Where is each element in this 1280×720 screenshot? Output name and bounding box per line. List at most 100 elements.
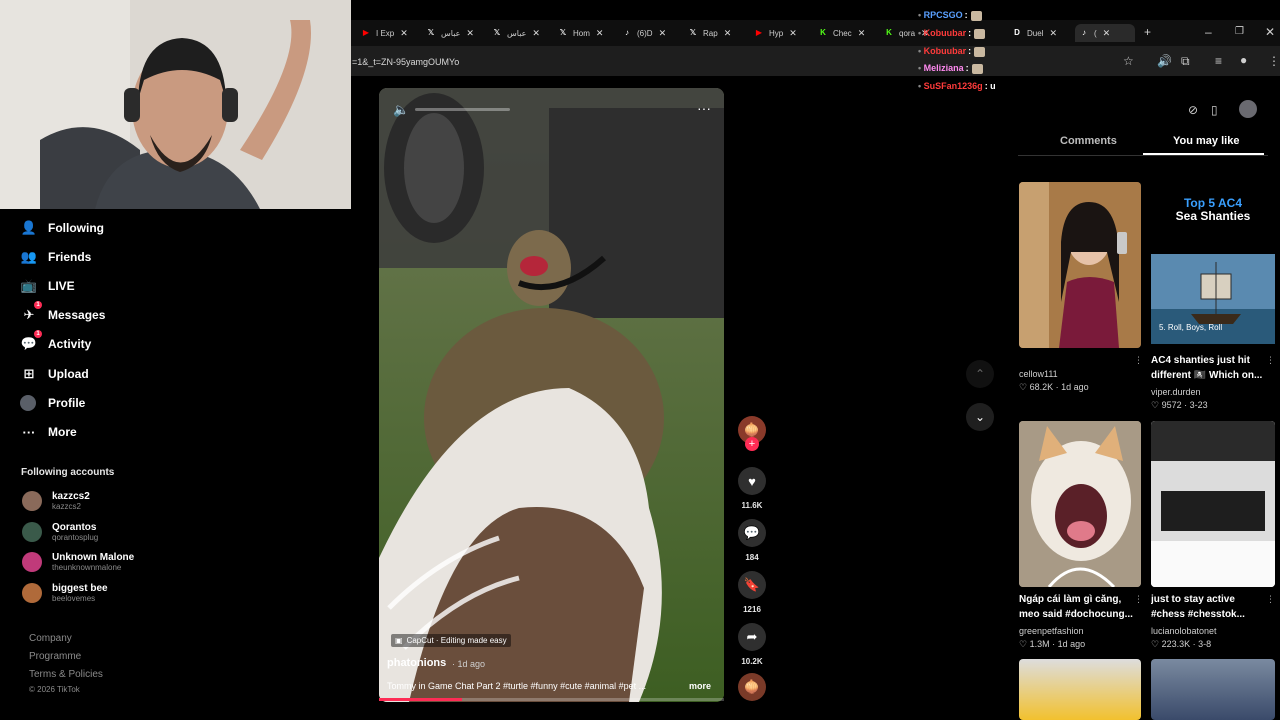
tab-close-icon[interactable]: ✕ bbox=[466, 28, 474, 39]
bookmark-icon: 🔖 bbox=[738, 571, 766, 599]
browser-tab[interactable]: 𝕏 Hom ✕ bbox=[558, 24, 614, 42]
kebab-menu-icon[interactable]: ⋮ bbox=[1134, 355, 1143, 366]
previous-video-button[interactable]: ⌃ bbox=[966, 360, 994, 388]
chat-text: : bbox=[968, 28, 972, 38]
sidebar-item-more[interactable]: ··· More bbox=[20, 421, 77, 443]
sidebar-item-label: Activity bbox=[48, 337, 92, 351]
footer-link[interactable]: Company bbox=[29, 633, 72, 644]
tab-close-icon[interactable]: ✕ bbox=[596, 28, 604, 39]
comment-button[interactable]: 💬 184 bbox=[738, 519, 766, 562]
bookmark-star-icon[interactable]: ☆ bbox=[1123, 54, 1134, 68]
browser-tab[interactable]: ♪ (✕ bbox=[1075, 24, 1135, 42]
following-account[interactable]: kazzcs2 kazzcs2 bbox=[22, 488, 90, 514]
sidebar-item-label: Profile bbox=[48, 396, 86, 410]
extension-audio-icon[interactable]: 🔊 bbox=[1157, 54, 1172, 68]
suggested-user-1[interactable]: cellow111 bbox=[1019, 369, 1058, 379]
suggested-title-3[interactable]: Ngáp cái làm gì căng, meo said #dochocun… bbox=[1019, 592, 1139, 622]
share-button[interactable]: ➦ 10.2K bbox=[738, 623, 766, 666]
footer-link[interactable]: Terms & Policies bbox=[29, 669, 103, 680]
minimize-icon[interactable]: – bbox=[1205, 25, 1212, 39]
browser-tab[interactable]: 𝕏 عباس ✕ bbox=[426, 24, 482, 42]
browser-tab[interactable]: ▶ Hyp ✕ bbox=[754, 24, 810, 42]
footer-link[interactable]: Programme bbox=[29, 651, 81, 662]
browser-tab[interactable]: ♪ (6)D ✕ bbox=[622, 24, 678, 42]
more-options-icon[interactable]: ··· bbox=[697, 100, 711, 116]
account-handle: beelovemes bbox=[52, 594, 96, 603]
x-logo-icon: 𝕏 bbox=[559, 28, 567, 37]
chat-text: : bbox=[965, 63, 969, 73]
sidebar-item-following[interactable]: 👤 Following bbox=[20, 217, 104, 239]
browser-menu-icon[interactable]: ⋮ bbox=[1268, 54, 1280, 68]
close-window-icon[interactable]: ✕ bbox=[1265, 25, 1275, 39]
next-video-button[interactable]: ⌄ bbox=[966, 403, 994, 431]
restore-icon[interactable]: ❐ bbox=[1235, 26, 1244, 37]
browser-tab[interactable]: 𝕏 Rap ✕ bbox=[688, 24, 744, 42]
mute-icon[interactable]: 🔈 bbox=[393, 102, 409, 118]
browser-tab[interactable]: K Chec ✕ bbox=[818, 24, 874, 42]
follow-plus-icon[interactable]: + bbox=[745, 437, 759, 451]
upload-icon: ⊞ bbox=[23, 366, 35, 381]
tab-close-icon[interactable]: ✕ bbox=[724, 28, 732, 39]
new-tab-icon[interactable]: + bbox=[1144, 25, 1151, 39]
suggested-user-3[interactable]: greenpetfashion bbox=[1019, 626, 1084, 636]
video-progress-bar[interactable] bbox=[379, 698, 724, 701]
tab-close-icon[interactable]: ✕ bbox=[532, 28, 540, 39]
tab-close-icon[interactable]: ✕ bbox=[1049, 28, 1057, 39]
media-controls-icon[interactable]: ≡ bbox=[1215, 54, 1222, 68]
kebab-menu-icon[interactable]: ⋮ bbox=[1266, 355, 1275, 366]
volume-slider[interactable] bbox=[415, 108, 510, 111]
compass-icon[interactable]: ⊘ bbox=[1188, 103, 1198, 117]
url-text[interactable]: =1&_t=ZN-95yamgOUMYo bbox=[352, 57, 459, 67]
suggested-thumbnail-6[interactable] bbox=[1151, 659, 1275, 720]
tab-close-icon[interactable]: ✕ bbox=[789, 28, 797, 39]
tab-close-icon[interactable]: ✕ bbox=[1103, 28, 1111, 39]
browser-tab[interactable]: ▶ I Exp ✕ bbox=[361, 24, 417, 42]
caption-more-link[interactable]: more bbox=[689, 681, 711, 691]
sound-disc-button[interactable]: 🧅 bbox=[738, 673, 766, 701]
kebab-menu-icon[interactable]: ⋮ bbox=[1134, 594, 1143, 605]
suggested-thumbnail-2[interactable]: Top 5 AC4 Sea Shanties 5. Roll, Boys, Ro… bbox=[1151, 182, 1275, 348]
sidebar-item-label: Friends bbox=[48, 250, 92, 264]
suggested-thumbnail-4[interactable] bbox=[1151, 421, 1275, 587]
capcut-badge[interactable]: ▣ CapCut · Editing made easy bbox=[391, 634, 511, 647]
tab-comments[interactable]: Comments bbox=[1060, 135, 1117, 147]
sidebar-item-live[interactable]: 📺 LIVE bbox=[20, 275, 75, 297]
suggested-thumbnail-5[interactable] bbox=[1019, 659, 1141, 720]
address-bar[interactable] bbox=[351, 46, 1280, 76]
profile-avatar bbox=[20, 395, 36, 411]
suggested-thumbnail-1[interactable] bbox=[1019, 182, 1141, 348]
browser-tab[interactable]: D Duel ✕ bbox=[1012, 24, 1068, 42]
phone-icon[interactable]: ▯ bbox=[1211, 103, 1218, 117]
save-button[interactable]: 🔖 1216 bbox=[738, 571, 766, 614]
like-button[interactable]: ♥ 11.6K bbox=[738, 467, 766, 510]
tab-label: (6)D bbox=[637, 28, 653, 38]
tab-you-may-like[interactable]: You may like bbox=[1173, 135, 1239, 147]
sidebar-item-profile[interactable]: Profile bbox=[20, 392, 85, 414]
tab-close-icon[interactable]: ✕ bbox=[858, 28, 866, 39]
suggested-thumbnail-3[interactable] bbox=[1019, 421, 1141, 587]
tab-close-icon[interactable]: ✕ bbox=[659, 28, 667, 39]
share-count: 10.2K bbox=[741, 657, 763, 666]
following-account[interactable]: biggest bee beelovemes bbox=[22, 580, 108, 606]
sidebar-item-friends[interactable]: 👥 Friends bbox=[20, 246, 91, 268]
tab-close-icon[interactable]: ✕ bbox=[400, 28, 408, 39]
suggested-user-4[interactable]: lucianolobatonet bbox=[1151, 626, 1217, 636]
sidebar-item-activity[interactable]: 💬 1 Activity bbox=[20, 330, 92, 355]
user-avatar[interactable] bbox=[1239, 100, 1257, 118]
sidebar-item-upload[interactable]: ⊞ Upload bbox=[20, 363, 89, 385]
video-player[interactable] bbox=[379, 88, 724, 702]
suggested-title-4[interactable]: just to stay active #chess #chesstok... bbox=[1151, 592, 1271, 622]
kebab-menu-icon[interactable]: ⋮ bbox=[1266, 594, 1275, 605]
sidebar-item-messages[interactable]: ✈ 1 Messages bbox=[20, 301, 105, 326]
suggested-user-2[interactable]: viper.durden bbox=[1151, 387, 1201, 397]
suggested-title-2[interactable]: AC4 shanties just hit different 🏴‍☠️ Whi… bbox=[1151, 353, 1271, 383]
thumb2-subtitle: Sea Shanties bbox=[1175, 209, 1251, 223]
following-account[interactable]: Qorantos qorantosplug bbox=[22, 519, 98, 545]
d-icon: D bbox=[1014, 28, 1020, 37]
extensions-icon[interactable]: ⧉ bbox=[1181, 54, 1190, 69]
browser-tab[interactable]: 𝕏 عباس ✕ bbox=[492, 24, 548, 42]
creator-avatar-button[interactable]: 🧅 + bbox=[738, 416, 766, 451]
profile-icon[interactable]: ● bbox=[1240, 53, 1247, 67]
video-author[interactable]: phatonions bbox=[387, 657, 446, 669]
following-account[interactable]: Unknown Malone theunknownmalone bbox=[22, 549, 134, 575]
